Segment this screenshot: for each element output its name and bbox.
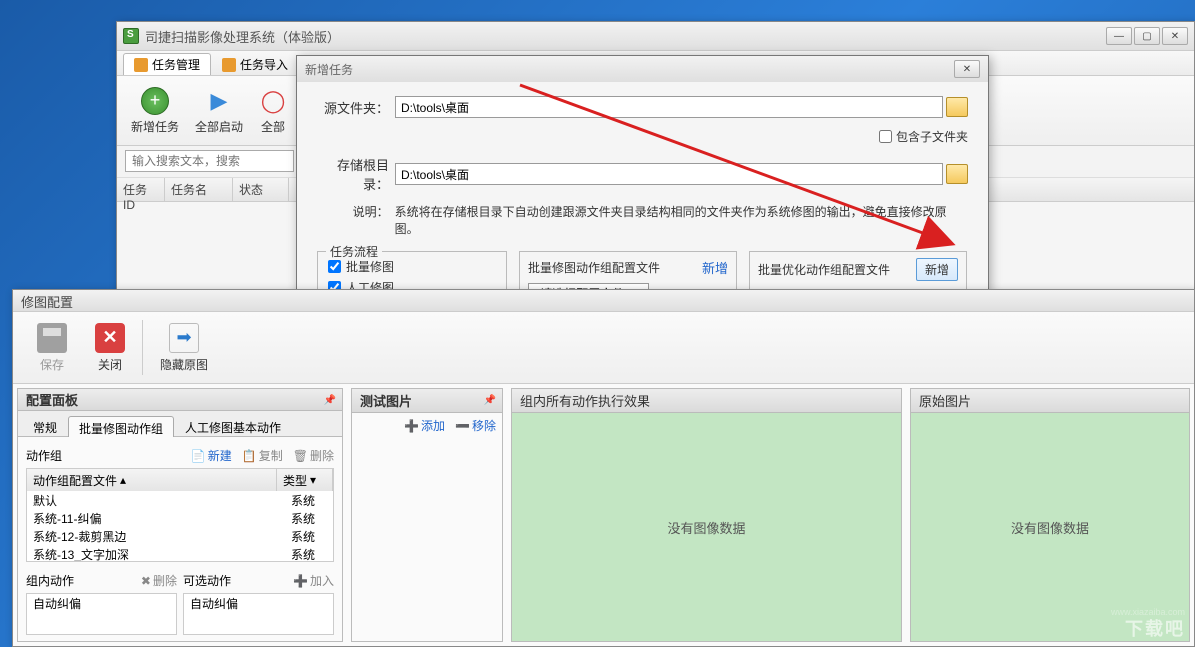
batch-add-link[interactable]: 新增 — [702, 258, 728, 277]
pin-icon[interactable]: 📌 — [324, 395, 336, 406]
optional-action-list[interactable]: 自动纠偏 — [184, 594, 333, 634]
dialog-close-button[interactable]: ✕ — [954, 60, 980, 78]
separator — [142, 320, 143, 375]
action-group-section: 动作组 📄新建 📋复制 🗑删除 动作组配置文件▴ 类型▾ 默认系统 系统-11-… — [18, 437, 342, 641]
col-type[interactable]: 类型▾ — [277, 469, 333, 491]
new-action-link[interactable]: 📄新建 — [191, 447, 232, 464]
window-title: 司捷扫描影像处理系统（体验版） — [145, 27, 340, 46]
test-image-header: 测试图片📌 — [352, 389, 502, 413]
include-subfolder-checkbox[interactable] — [879, 130, 892, 143]
import-icon — [222, 58, 236, 72]
maximize-button[interactable]: ▢ — [1134, 27, 1160, 45]
col-config-file[interactable]: 动作组配置文件▴ — [27, 469, 277, 491]
titlebar: 司捷扫描影像处理系统（体验版） — ▢ ✕ — [117, 22, 1194, 50]
tab-manual-actions[interactable]: 人工修图基本动作 — [174, 415, 292, 436]
close-icon: ✕ — [95, 323, 125, 353]
copy-action-link[interactable]: 📋复制 — [242, 447, 283, 464]
batch-edit-checkbox[interactable] — [328, 260, 341, 273]
stop-all-button[interactable]: ◯全部 — [251, 80, 295, 141]
test-image-panel: 测试图片📌 ➕添加 ➖移除 — [351, 388, 503, 642]
task-icon — [134, 58, 148, 72]
window-controls: — ▢ ✕ — [1106, 27, 1188, 45]
tab-batch-actions[interactable]: 批量修图动作组 — [68, 416, 174, 437]
new-task-dialog: 新增任务 ✕ 源文件夹： 包含子文件夹 存储根目录： 说明： 系统将在存储根目录… — [296, 55, 989, 295]
inner-delete-link[interactable]: ✖删除 — [141, 572, 177, 589]
close-config-button[interactable]: ✕关闭 — [81, 316, 139, 379]
add-optional-link[interactable]: ➕加入 — [293, 572, 334, 589]
no-image-text: 没有图像数据 — [667, 518, 745, 537]
action-group-table-body[interactable]: 默认系统 系统-11-纠偏系统 系统-12-裁剪黑边系统 系统-13_文字加深系… — [27, 491, 333, 561]
list-item: 自动纠偏 — [27, 594, 176, 612]
config-body: 配置面板📌 常规 批量修图动作组 人工修图基本动作 动作组 📄新建 📋复制 🗑删… — [13, 384, 1194, 646]
delete-action-link[interactable]: 🗑删除 — [293, 447, 334, 464]
play-icon: ▶ — [205, 87, 233, 115]
action-group-label: 动作组 — [26, 447, 181, 464]
optimize-add-button[interactable]: 新增 — [916, 258, 958, 281]
table-row: 系统-12-裁剪黑边系统 — [27, 527, 333, 545]
src-folder-input[interactable] — [395, 96, 943, 118]
plus-icon: + — [141, 87, 169, 115]
browse-store-folder-icon[interactable] — [946, 164, 968, 184]
config-window: 修图配置 保存 ✕关闭 ➡隐藏原图 配置面板📌 常规 批量修图动作组 人工修图基… — [12, 289, 1195, 647]
inner-action-label: 组内动作 — [26, 572, 131, 589]
hide-original-button[interactable]: ➡隐藏原图 — [146, 316, 222, 379]
effect-preview-header: 组内所有动作执行效果 — [512, 389, 901, 413]
save-icon — [37, 323, 67, 353]
no-image-text: 没有图像数据 — [1011, 518, 1089, 537]
hide-icon: ➡ — [169, 323, 199, 353]
dialog-title-text: 新增任务 — [305, 61, 353, 78]
minimize-button[interactable]: — — [1106, 27, 1132, 45]
store-root-input[interactable] — [395, 163, 943, 185]
effect-preview-panel: 组内所有动作执行效果 没有图像数据 — [511, 388, 902, 642]
app-icon — [123, 28, 139, 44]
inner-action-list[interactable]: 自动纠偏 — [27, 594, 176, 634]
config-panel-tabs: 常规 批量修图动作组 人工修图基本动作 — [18, 411, 342, 437]
stop-icon: ◯ — [259, 87, 287, 115]
col-task-status[interactable]: 状态 — [233, 178, 289, 201]
optional-action-label: 可选动作 — [183, 572, 283, 589]
config-panel-header: 配置面板📌 — [18, 389, 342, 411]
action-group-table: 动作组配置文件▴ 类型▾ 默认系统 系统-11-纠偏系统 系统-12-裁剪黑边系… — [26, 468, 334, 562]
add-task-button[interactable]: +新增任务 — [123, 80, 187, 141]
config-window-title: 修图配置 — [13, 290, 1194, 312]
original-image-panel: 原始图片 没有图像数据 — [910, 388, 1190, 642]
save-button[interactable]: 保存 — [23, 316, 81, 379]
test-add-button[interactable]: ➕添加 — [404, 417, 445, 434]
tab-task-manage[interactable]: 任务管理 — [123, 53, 211, 75]
src-folder-label: 源文件夹： — [317, 98, 389, 117]
table-row: 默认系统 — [27, 491, 333, 509]
dialog-body: 源文件夹： 包含子文件夹 存储根目录： 说明： 系统将在存储根目录下自动创建跟源… — [297, 82, 988, 317]
task-flow-legend: 任务流程 — [326, 243, 382, 260]
col-task-id[interactable]: 任务ID — [117, 178, 165, 201]
browse-src-folder-icon[interactable] — [946, 97, 968, 117]
search-input[interactable] — [125, 150, 294, 172]
start-all-button[interactable]: ▶全部启动 — [187, 80, 251, 141]
include-subfolder-label: 包含子文件夹 — [896, 128, 968, 145]
table-row: 系统-11-纠偏系统 — [27, 509, 333, 527]
desc-text: 系统将在存储根目录下自动创建跟源文件夹目录结构相同的文件夹作为系统修图的输出，避… — [395, 203, 968, 237]
batch-config-legend: 批量修图动作组配置文件 — [528, 259, 696, 276]
action-group-table-head: 动作组配置文件▴ 类型▾ — [27, 469, 333, 491]
pin-icon[interactable]: 📌 — [484, 395, 496, 406]
desc-label: 说明： — [317, 203, 389, 237]
test-remove-button[interactable]: ➖移除 — [455, 417, 496, 434]
original-image-header: 原始图片 — [911, 389, 1189, 413]
list-item: 自动纠偏 — [184, 594, 333, 612]
col-task-name[interactable]: 任务名 — [165, 178, 233, 201]
table-row: 系统-13_文字加深系统 — [27, 545, 333, 561]
optimize-config-legend: 批量优化动作组配置文件 — [758, 261, 910, 278]
tab-general[interactable]: 常规 — [22, 415, 68, 436]
close-button[interactable]: ✕ — [1162, 27, 1188, 45]
original-preview-area: 没有图像数据 — [911, 413, 1189, 641]
config-toolbar: 保存 ✕关闭 ➡隐藏原图 — [13, 312, 1194, 384]
config-panel: 配置面板📌 常规 批量修图动作组 人工修图基本动作 动作组 📄新建 📋复制 🗑删… — [17, 388, 343, 642]
dialog-titlebar: 新增任务 ✕ — [297, 56, 988, 82]
effect-preview-area: 没有图像数据 — [512, 413, 901, 641]
store-root-label: 存储根目录： — [317, 155, 389, 193]
tab-task-import[interactable]: 任务导入 — [211, 53, 299, 75]
